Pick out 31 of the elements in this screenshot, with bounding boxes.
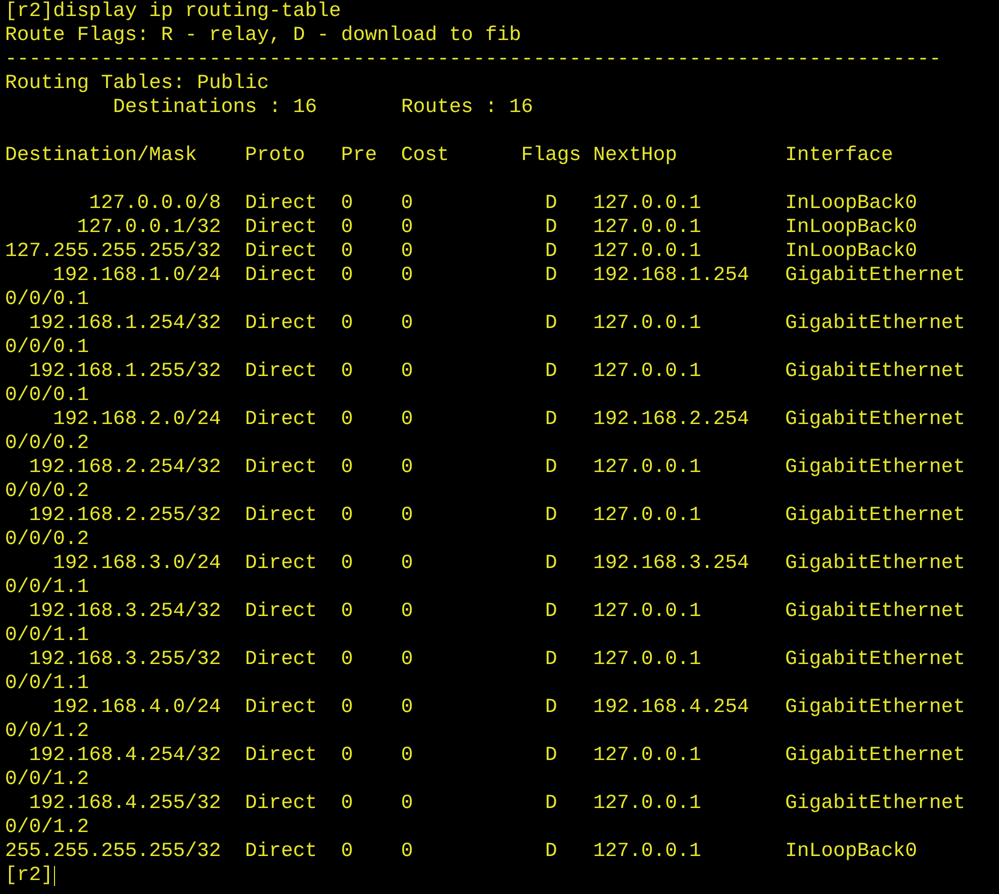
route-entry: 192.168.3.0/24 Direct 0 0 D 192.168.3.254 GigabitEthernet0/0/1.1: [5, 552, 966, 600]
route-entry: 192.168.1.254/32 Direct 0 0 D 127.0.0.1 GigabitEthernet0/0/0.1: [5, 312, 966, 360]
separator-line: ------------------------------------------------------------------------------: [5, 48, 942, 72]
flags-legend: Route Flags: R - relay, D - download to fib: [5, 24, 522, 48]
route-entry: 192.168.3.255/32 Direct 0 0 D 127.0.0.1 GigabitEthernet0/0/1.1: [5, 648, 966, 696]
route-entry: 192.168.3.254/32 Direct 0 0 D 127.0.0.1 GigabitEthernet0/0/1.1: [5, 600, 966, 648]
summary-count: Routes : 16: [401, 96, 534, 120]
route-entry: 192.168.2.0/24 Direct 0 0 D 192.168.2.254 GigabitEthernet0/0/0.2: [5, 408, 966, 456]
column-header: Pre: [341, 144, 378, 168]
route-entry: 192.168.1.255/32 Direct 0 0 D 127.0.0.1 GigabitEthernet0/0/0.1: [5, 360, 966, 408]
route-entry: 192.168.4.0/24 Direct 0 0 D 192.168.4.254 GigabitEthernet0/0/1.2: [5, 696, 966, 744]
route-entry: 192.168.4.254/32 Direct 0 0 D 127.0.0.1 GigabitEthernet0/0/1.2: [5, 744, 966, 792]
route-entry: 127.0.0.0/8 Direct 0 0 D 127.0.0.1 InLoopBack0: [88, 192, 918, 216]
column-header: Proto: [245, 144, 306, 168]
command-line: [r2]display ip routing-table: [5, 0, 342, 24]
table-title: Routing Tables: Public: [5, 72, 270, 96]
column-header: Cost: [401, 144, 450, 168]
route-entry: 255.255.255.255/32 Direct 0 0 D 127.0.0.1 InLoopBack0: [5, 840, 918, 864]
column-header: Interface: [785, 144, 894, 168]
route-entry: 192.168.4.255/32 Direct 0 0 D 127.0.0.1 GigabitEthernet0/0/1.2: [5, 792, 966, 840]
route-entry: 192.168.2.254/32 Direct 0 0 D 127.0.0.1 GigabitEthernet0/0/0.2: [5, 456, 966, 504]
prompt: [r2]: [5, 864, 54, 888]
text-cursor: [54, 866, 56, 886]
route-entry: 192.168.2.255/32 Direct 0 0 D 127.0.0.1 GigabitEthernet0/0/0.2: [5, 504, 966, 552]
summary-count: Destinations : 16: [113, 96, 318, 120]
route-entry: 127.255.255.255/32 Direct 0 0 D 127.0.0.1 InLoopBack0: [5, 240, 918, 264]
route-entry: 192.168.1.0/24 Direct 0 0 D 192.168.1.254 GigabitEthernet0/0/0.1: [5, 264, 966, 312]
column-header: Flags: [521, 144, 582, 168]
route-entry: 127.0.0.1/32 Direct 0 0 D 127.0.0.1 InLoopBack0: [76, 216, 918, 240]
column-header: NextHop: [593, 144, 678, 168]
column-header: Destination/Mask: [5, 144, 198, 168]
